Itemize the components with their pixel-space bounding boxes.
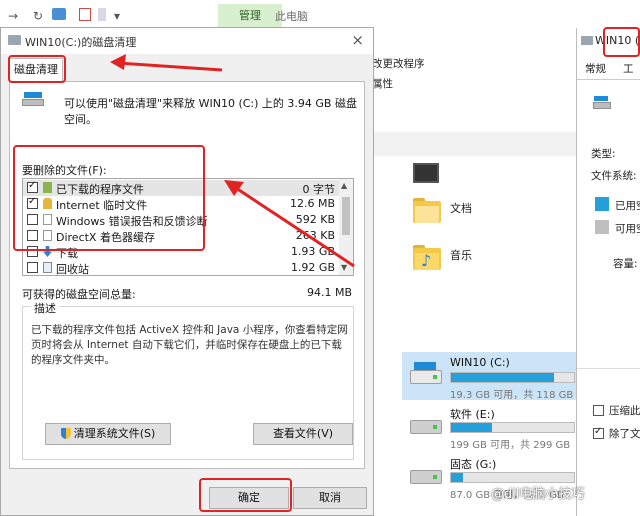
annotation-arrows [110,54,355,268]
watermark: @dll电脑小技巧 [491,487,585,502]
